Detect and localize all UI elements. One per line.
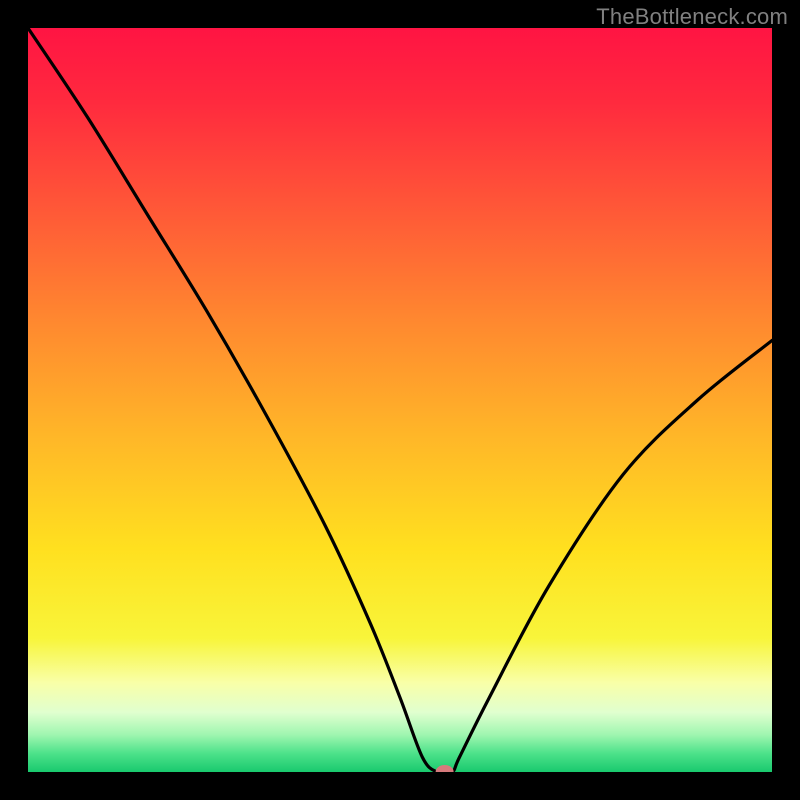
chart-frame: TheBottleneck.com [0, 0, 800, 800]
bottleneck-chart [28, 28, 772, 772]
chart-background-gradient [28, 28, 772, 772]
watermark-text: TheBottleneck.com [596, 4, 788, 30]
